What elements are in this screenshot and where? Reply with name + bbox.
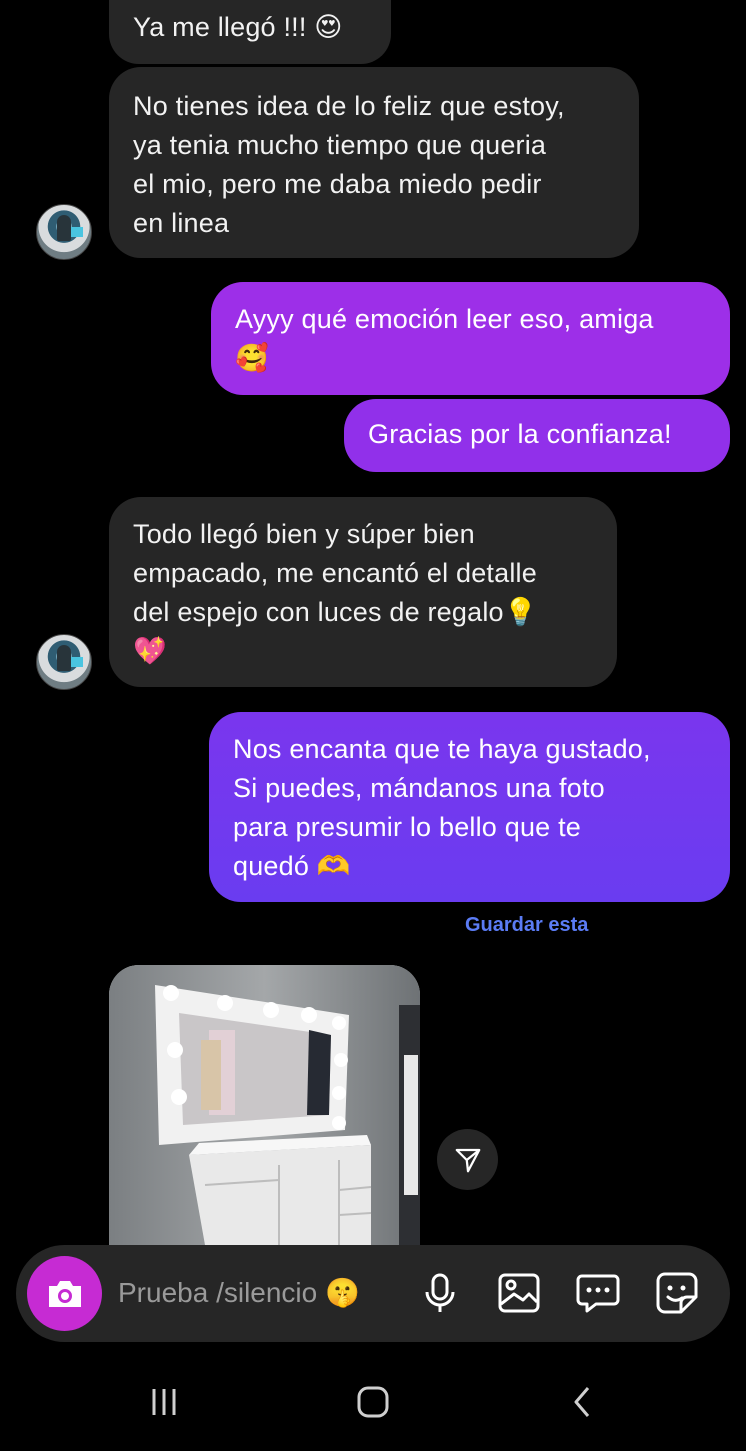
share-button[interactable] [437, 1129, 498, 1190]
microphone-icon [425, 1273, 455, 1312]
contact-avatar[interactable] [36, 204, 92, 260]
system-navigation-bar [0, 1350, 746, 1451]
back-button[interactable] [563, 1382, 603, 1422]
save-reply-link[interactable]: Guardar esta [465, 914, 588, 937]
sticker-button[interactable] [653, 1269, 701, 1317]
sticker-icon [656, 1272, 698, 1314]
vanity-mirror-photo [109, 965, 420, 1245]
contact-avatar[interactable] [36, 634, 92, 690]
send-icon [455, 1148, 480, 1172]
recent-apps-icon [152, 1389, 176, 1415]
camera-button[interactable] [27, 1256, 102, 1331]
outgoing-message[interactable]: Gracias por la confianza! [344, 399, 730, 472]
home-icon [357, 1386, 389, 1418]
home-button[interactable] [353, 1382, 393, 1422]
incoming-message[interactable]: Todo llegó bien y súper bien empacado, m… [109, 497, 617, 687]
gallery-button[interactable] [495, 1269, 543, 1317]
message-composer[interactable]: Prueba /silencio 🤫 [16, 1245, 730, 1342]
quick-reply-button[interactable] [574, 1269, 622, 1317]
recent-apps-button[interactable] [144, 1382, 184, 1422]
gallery-icon [498, 1273, 540, 1313]
camera-icon [48, 1280, 81, 1307]
quick-reply-icon [576, 1274, 620, 1313]
incoming-message[interactable]: Ya me llegó !!! 😍 [109, 0, 391, 64]
incoming-message[interactable]: No tienes idea de lo feliz que estoy, ya… [109, 67, 639, 258]
outgoing-message[interactable]: Nos encanta que te haya gustado, Si pued… [209, 712, 730, 902]
back-icon [574, 1387, 590, 1417]
message-input[interactable]: Prueba /silencio 🤫 [118, 1276, 360, 1309]
outgoing-message[interactable]: Ayyy qué emoción leer eso, amiga 🥰 [211, 282, 730, 395]
microphone-button[interactable] [416, 1269, 464, 1317]
shared-photo[interactable] [109, 965, 420, 1245]
